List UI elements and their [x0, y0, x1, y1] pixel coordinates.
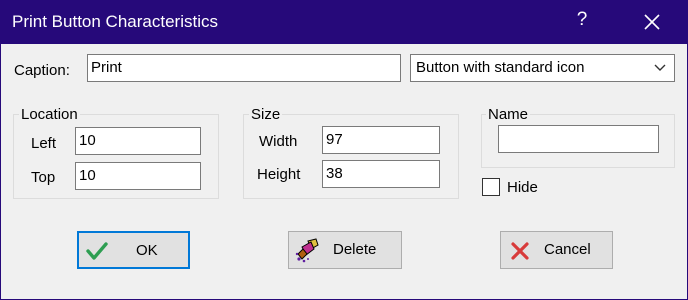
hide-checkbox[interactable]	[482, 178, 500, 196]
help-button[interactable]: ?	[571, 9, 593, 33]
ok-label: OK	[136, 242, 158, 259]
button-style-value: Button with standard icon	[416, 59, 585, 76]
checkmark-icon	[86, 242, 108, 260]
name-input[interactable]	[498, 125, 659, 153]
top-label: Top	[31, 169, 56, 186]
delete-button[interactable]: Delete	[288, 231, 402, 269]
cancel-label: Cancel	[544, 241, 591, 258]
left-input[interactable]: 10	[75, 127, 201, 155]
caption-label: Caption:	[14, 62, 70, 79]
width-input[interactable]: 97	[322, 126, 440, 154]
left-label: Left	[31, 135, 57, 152]
size-legend: Size	[249, 106, 283, 123]
height-label: Height	[257, 166, 301, 183]
button-style-select[interactable]: Button with standard icon	[410, 54, 675, 82]
title-bar: Print Button Characteristics ?	[0, 0, 688, 44]
eraser-icon	[295, 238, 319, 263]
chevron-down-icon	[654, 64, 666, 71]
caption-input[interactable]: Print	[87, 54, 401, 82]
height-input[interactable]: 38	[322, 160, 440, 188]
hide-label: Hide	[507, 179, 538, 196]
top-input[interactable]: 10	[75, 162, 201, 190]
close-icon[interactable]	[638, 8, 666, 36]
name-legend: Name	[486, 106, 531, 123]
window-title: Print Button Characteristics	[12, 12, 218, 31]
delete-label: Delete	[333, 241, 377, 258]
width-label: Width	[259, 133, 298, 150]
ok-button[interactable]: OK	[77, 231, 190, 269]
location-legend: Location	[19, 106, 80, 123]
cancel-button[interactable]: Cancel	[500, 231, 613, 269]
cancel-x-icon	[511, 242, 529, 260]
